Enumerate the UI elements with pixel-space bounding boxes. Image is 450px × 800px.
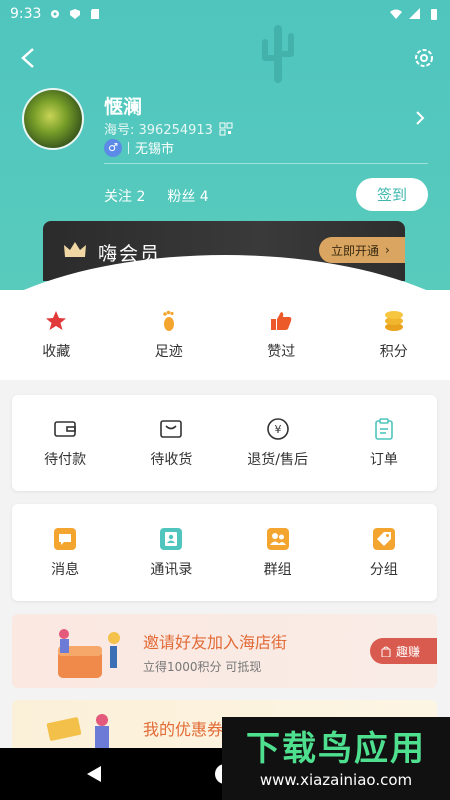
quick-footprint[interactable]: 足迹	[113, 290, 226, 380]
checkin-button[interactable]: 签到	[356, 178, 428, 211]
back-button[interactable]	[14, 44, 42, 72]
divider-line	[104, 163, 428, 164]
chevron-right-icon: ›	[385, 243, 390, 257]
earn-button[interactable]: 趣赚	[370, 638, 437, 664]
coupon-title: 我的优惠券	[143, 720, 224, 739]
male-gender-icon: ♂	[104, 138, 122, 157]
divider	[128, 141, 129, 154]
invite-title: 邀请好友加入海店街	[143, 633, 288, 652]
settings-gear-icon[interactable]	[412, 46, 436, 70]
chevron-right-icon[interactable]	[412, 110, 428, 126]
quick-label: 足迹	[154, 344, 183, 360]
social-label: 分组	[369, 561, 398, 578]
coins-icon	[384, 311, 403, 331]
quick-points[interactable]: 积分	[338, 290, 450, 380]
invite-subtitle: 立得1000积分 可抵现	[143, 660, 262, 674]
wallet-icon	[54, 421, 76, 437]
watermark-url: www.xiazainiao.com	[259, 770, 413, 789]
social-label: 群组	[263, 561, 292, 578]
star-icon	[46, 311, 67, 330]
following-count[interactable]: 关注 2	[104, 186, 145, 206]
quick-liked[interactable]: 赞过	[225, 290, 338, 380]
social-messages[interactable]: 消息	[12, 504, 118, 601]
quick-label: 收藏	[42, 344, 71, 360]
battery-icon	[431, 9, 437, 20]
status-bar: 9:33	[0, 0, 450, 28]
fans-count[interactable]: 粉丝 4	[167, 186, 208, 206]
bag-icon	[381, 646, 391, 657]
order-label: 订单	[369, 452, 398, 468]
gear-status-icon	[51, 10, 60, 18]
watermark: 下载鸟应用 www.xiazainiao.com	[222, 717, 450, 800]
profile-header: 9:33 惬澜 海号: 396254913 ♂ 无锡市 关注 2 粉丝 4 签到…	[0, 0, 450, 290]
profile-page: 9:33 惬澜 海号: 396254913 ♂ 无锡市 关注 2 粉丝 4 签到…	[0, 0, 450, 800]
avatar[interactable]	[22, 88, 84, 150]
box-icon	[160, 420, 183, 438]
social-label: 消息	[51, 561, 80, 578]
chat-icon	[54, 527, 77, 550]
quick-favorites[interactable]: 收藏	[0, 290, 113, 380]
quick-actions: 收藏 足迹 赞过 积分	[0, 290, 450, 380]
contacts-icon	[160, 527, 183, 550]
order-label: 待付款	[44, 452, 87, 468]
social-groups[interactable]: 群组	[225, 504, 331, 601]
social-contacts[interactable]: 通讯录	[118, 504, 224, 601]
qr-code-icon[interactable]	[219, 122, 233, 136]
group-icon	[266, 527, 289, 550]
vip-open-label: 立即开通	[331, 243, 380, 258]
orders-card: 待付款 待收货 ¥ 退货/售后 订单	[12, 395, 437, 491]
footprint-icon	[162, 310, 174, 331]
social-label: 通讯录	[150, 561, 193, 578]
city-label: 无锡市	[135, 142, 175, 157]
wifi-icon	[390, 9, 402, 19]
crown-icon	[64, 242, 86, 257]
quick-label: 积分	[379, 344, 408, 360]
watermark-title: 下载鸟应用	[246, 728, 426, 769]
order-pending-receipt[interactable]: 待收货	[118, 395, 224, 491]
order-all[interactable]: 订单	[331, 395, 437, 491]
thumbs-up-icon	[271, 312, 292, 330]
order-pending-payment[interactable]: 待付款	[12, 395, 118, 491]
sd-card-icon	[91, 9, 100, 19]
nav-back-icon[interactable]	[84, 764, 104, 784]
hai-id-text: 海号: 396254913	[104, 123, 213, 138]
signal-icon	[409, 8, 420, 19]
clipboard-icon	[375, 418, 393, 440]
svg-text:¥: ¥	[274, 423, 281, 436]
refund-icon: ¥	[266, 418, 289, 440]
chevron-left-icon	[21, 48, 34, 68]
order-label: 退货/售后	[247, 452, 308, 468]
social-card: 消息 通讯录 群组 分组	[12, 504, 437, 601]
status-time: 9:33	[10, 6, 42, 22]
follow-stats: 关注 2 粉丝 4	[104, 186, 209, 206]
top-bar	[0, 38, 450, 78]
hai-id: 海号: 396254913	[104, 119, 233, 138]
invite-illustration-icon	[58, 629, 120, 678]
invite-banner[interactable]: 邀请好友加入海店街 立得1000积分 可抵现 趣赚	[12, 614, 437, 688]
shield-status-icon	[70, 9, 81, 19]
order-refund[interactable]: ¥ 退货/售后	[225, 395, 331, 491]
order-label: 待收货	[150, 452, 193, 468]
nickname: 惬澜	[104, 96, 143, 118]
quick-label: 赞过	[267, 344, 296, 360]
gender-location-row: ♂ 无锡市	[104, 138, 174, 157]
earn-label: 趣赚	[396, 644, 421, 659]
vip-open-button[interactable]: 立即开通 ›	[319, 237, 405, 263]
social-tags[interactable]: 分组	[331, 504, 437, 601]
tag-icon	[372, 527, 395, 550]
